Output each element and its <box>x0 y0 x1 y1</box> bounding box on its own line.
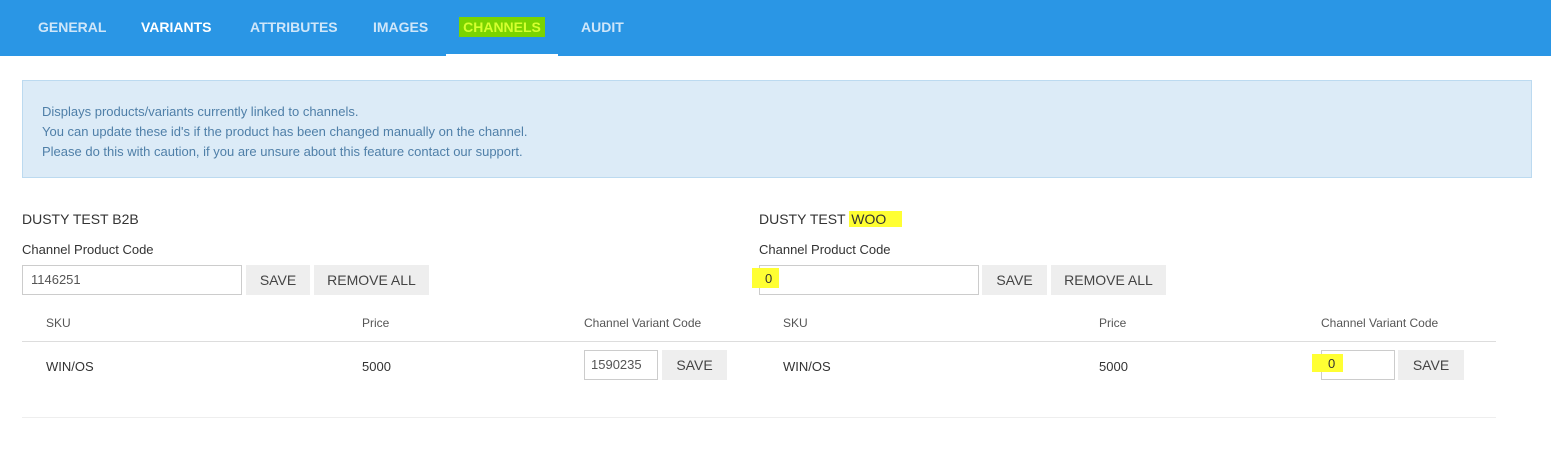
info-line: You can update these id's if the product… <box>42 124 528 139</box>
column-header-price: Price <box>1099 316 1127 330</box>
channel-title-prefix: DUSTY TEST <box>759 211 850 227</box>
save-button[interactable]: SAVE <box>982 265 1047 295</box>
bottom-divider <box>22 417 1496 418</box>
tab-channels[interactable]: CHANNELS <box>446 0 558 56</box>
channel-product-code-label: Channel Product Code <box>22 242 154 257</box>
tab-channels-highlight: CHANNELS <box>460 18 544 36</box>
row-sku: WIN/OS <box>46 359 94 374</box>
row-sku: WIN/OS <box>783 359 831 374</box>
channel-variant-code-input[interactable]: 1590235 <box>584 350 658 380</box>
tab-channels-label: CHANNELS <box>463 19 541 35</box>
remove-all-button[interactable]: REMOVE ALL <box>314 265 429 295</box>
tab-audit[interactable]: AUDIT <box>581 0 624 56</box>
save-button[interactable]: SAVE <box>246 265 310 295</box>
channel-product-code-input[interactable] <box>759 265 979 295</box>
channel-product-code-value: 0 <box>765 271 773 286</box>
row-price: 5000 <box>362 359 391 374</box>
table-divider <box>22 341 758 342</box>
channel-title-highlight: WOO <box>849 211 903 227</box>
column-header-sku: SKU <box>46 316 71 330</box>
column-header-sku: SKU <box>783 316 808 330</box>
variant-save-button[interactable]: SAVE <box>662 350 727 380</box>
channel-product-code-label: Channel Product Code <box>759 242 891 257</box>
tab-variants[interactable]: VARIANTS <box>141 0 212 56</box>
variant-save-button[interactable]: SAVE <box>1398 350 1464 380</box>
tab-bar: GENERAL VARIANTS ATTRIBUTES IMAGES CHANN… <box>0 0 1551 56</box>
channel-variant-code-value: 0 <box>1328 356 1336 371</box>
column-header-variant-code: Channel Variant Code <box>1321 316 1439 330</box>
info-line: Please do this with caution, if you are … <box>42 144 523 159</box>
column-header-price: Price <box>362 316 390 330</box>
channel-title: DUSTY TEST B2B <box>22 211 139 227</box>
info-line: Displays products/variants currently lin… <box>42 104 359 119</box>
row-price: 5000 <box>1099 359 1128 374</box>
tab-general[interactable]: GENERAL <box>38 0 106 56</box>
channel-title: DUSTY TEST WOO <box>759 211 903 227</box>
channel-product-code-input[interactable]: 1146251 <box>22 265 242 295</box>
remove-all-button[interactable]: REMOVE ALL <box>1051 265 1166 295</box>
column-header-variant-code: Channel Variant Code <box>584 316 702 330</box>
table-divider <box>758 341 1496 342</box>
tab-attributes[interactable]: ATTRIBUTES <box>250 0 338 56</box>
info-panel: Displays products/variants currently lin… <box>22 80 1532 178</box>
tab-images[interactable]: IMAGES <box>373 0 428 56</box>
